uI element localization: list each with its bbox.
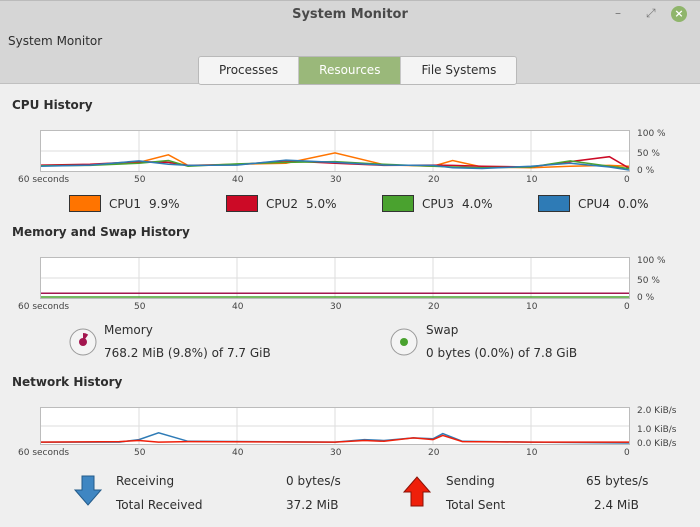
tab-resources[interactable]: Resources — [299, 57, 402, 84]
x-tick: 30 — [330, 302, 342, 312]
legend-label: CPU4 — [578, 196, 611, 211]
legend-cpu3[interactable]: CPU3 4.0% — [382, 195, 493, 212]
tab-file-systems[interactable]: File Systems — [401, 57, 517, 84]
total-sent-value: 2.4 MiB — [594, 498, 639, 512]
close-icon[interactable]: × — [671, 6, 687, 22]
total-received-value: 37.2 MiB — [286, 498, 339, 512]
swap-pie-icon[interactable] — [389, 327, 419, 357]
legend-value: 0.0% — [618, 196, 649, 211]
legend-cpu2[interactable]: CPU2 5.0% — [226, 195, 337, 212]
tab-processes[interactable]: Processes — [199, 57, 300, 84]
y-tick: 100 % — [637, 129, 666, 139]
legend-cpu1[interactable]: CPU1 9.9% — [69, 195, 180, 212]
x-tick: 20 — [428, 302, 440, 312]
y-tick: 2.0 KiB/s — [637, 406, 677, 416]
memory-pie-icon[interactable] — [68, 327, 98, 357]
sending-arrow-icon — [402, 476, 432, 507]
sending-label: Sending — [446, 474, 495, 488]
app-title: System Monitor — [8, 34, 103, 48]
x-tick: 30 — [330, 175, 342, 185]
x-tick: 50 — [134, 175, 146, 185]
receiving-label: Receiving — [116, 474, 175, 488]
x-tick: 50 — [134, 302, 146, 312]
minimize-icon[interactable]: – — [615, 6, 621, 20]
header-bar: System Monitor Processes Resources File … — [0, 28, 700, 85]
maximize-icon[interactable]: ⤢ — [646, 6, 656, 21]
memory-label: Memory — [104, 323, 153, 337]
x-tick: 40 — [232, 302, 244, 312]
y-tick: 50 % — [637, 276, 660, 286]
x-tick: 0 — [624, 302, 630, 312]
color-swatch[interactable] — [538, 195, 570, 212]
network-history-heading: Network History — [12, 375, 123, 389]
color-swatch[interactable] — [69, 195, 101, 212]
total-received-label: Total Received — [116, 498, 203, 512]
memory-graph — [40, 257, 630, 299]
cpu-history-heading: CPU History — [12, 98, 93, 112]
total-sent-label: Total Sent — [446, 498, 506, 512]
x-tick: 30 — [330, 448, 342, 458]
x-tick: 50 — [134, 448, 146, 458]
x-tick: 60 seconds — [18, 302, 70, 312]
swap-value: 0 bytes (0.0%) of 7.8 GiB — [426, 346, 578, 360]
receiving-value: 0 bytes/s — [286, 474, 341, 488]
x-tick: 40 — [232, 448, 244, 458]
cpu-graph — [40, 130, 630, 172]
x-tick: 40 — [232, 175, 244, 185]
x-tick: 60 seconds — [18, 175, 70, 185]
color-swatch[interactable] — [226, 195, 258, 212]
x-tick: 0 — [624, 448, 630, 458]
legend-label: CPU2 — [266, 196, 299, 211]
y-tick: 0.0 KiB/s — [637, 439, 677, 449]
swap-label: Swap — [426, 323, 459, 337]
tab-bar: Processes Resources File Systems — [198, 56, 518, 85]
y-tick: 0 % — [637, 166, 655, 176]
sending-value: 65 bytes/s — [586, 474, 649, 488]
legend-cpu4[interactable]: CPU4 0.0% — [538, 195, 649, 212]
legend-label: CPU3 — [422, 196, 455, 211]
memory-history-heading: Memory and Swap History — [12, 225, 190, 239]
y-tick: 50 % — [637, 149, 660, 159]
x-tick: 10 — [526, 302, 538, 312]
y-tick: 1.0 KiB/s — [637, 425, 677, 435]
x-tick: 10 — [526, 448, 538, 458]
receiving-arrow-icon — [73, 475, 103, 506]
x-tick: 10 — [526, 175, 538, 185]
x-tick: 0 — [624, 175, 630, 185]
x-tick: 60 seconds — [18, 448, 70, 458]
color-swatch[interactable] — [382, 195, 414, 212]
network-graph — [40, 407, 630, 445]
legend-value: 4.0% — [462, 196, 493, 211]
y-tick: 0 % — [637, 293, 655, 303]
title-bar: System Monitor – ⤢ × — [0, 0, 700, 28]
x-tick: 20 — [428, 448, 440, 458]
legend-value: 9.9% — [149, 196, 180, 211]
window-title: System Monitor — [292, 7, 408, 22]
legend-label: CPU1 — [109, 196, 142, 211]
legend-value: 5.0% — [306, 196, 337, 211]
y-tick: 100 % — [637, 256, 666, 266]
x-tick: 20 — [428, 175, 440, 185]
memory-value: 768.2 MiB (9.8%) of 7.7 GiB — [104, 346, 271, 360]
